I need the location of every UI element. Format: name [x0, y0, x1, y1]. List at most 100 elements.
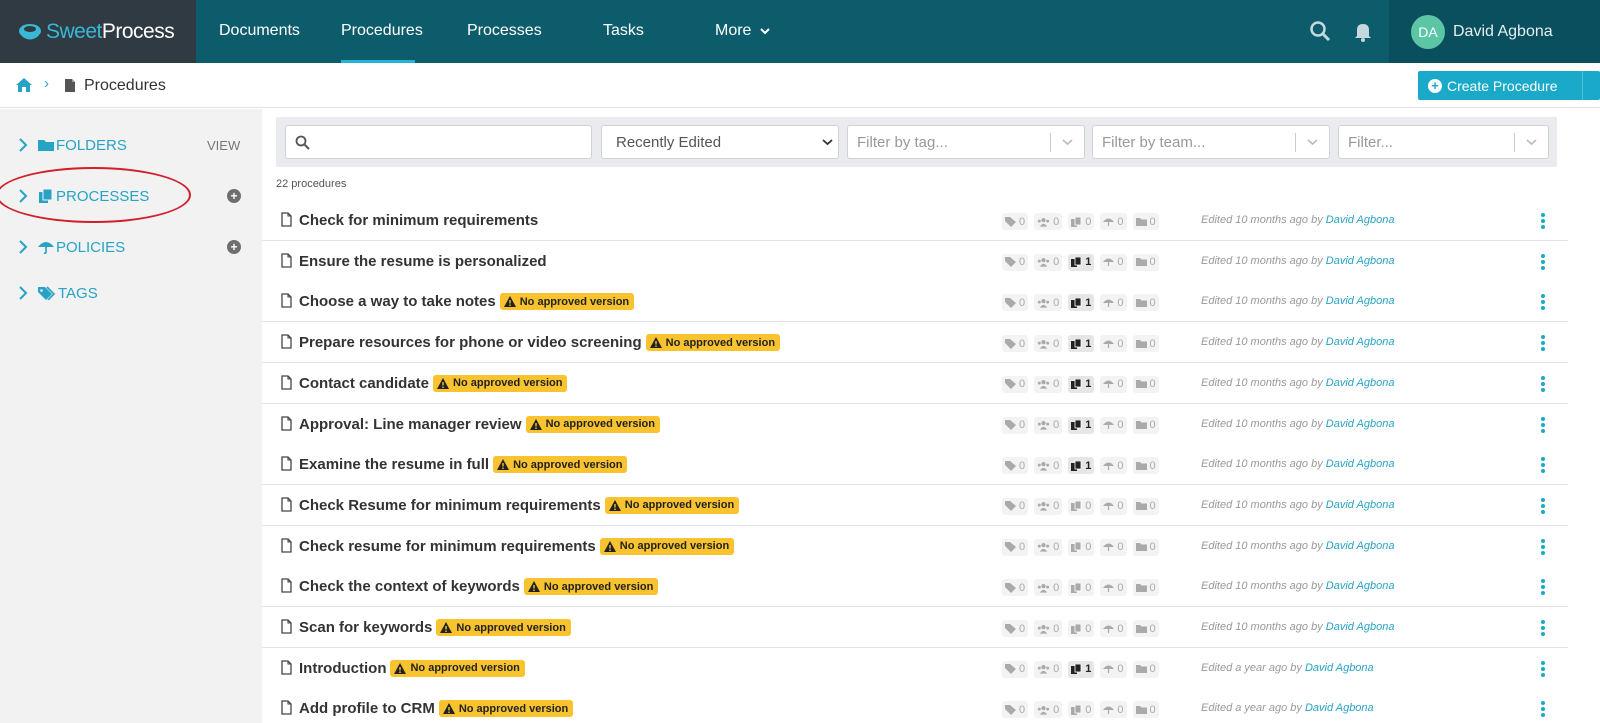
logo[interactable]: SweetProcess [0, 0, 196, 63]
table-row[interactable]: Add profile to CRM No approved version 0 0 0… [262, 688, 1568, 723]
policy-count[interactable]: 0 [1100, 579, 1127, 597]
more-options-icon[interactable] [1540, 334, 1546, 352]
policy-count[interactable]: 0 [1100, 701, 1127, 719]
nav-processes[interactable]: Processes [467, 0, 542, 63]
policy-count[interactable]: 0 [1100, 213, 1127, 230]
more-options-icon[interactable] [1540, 700, 1546, 718]
procedure-title[interactable]: Prepare resources for phone or video scr… [299, 334, 781, 352]
more-options-icon[interactable] [1540, 538, 1546, 556]
bell-icon[interactable] [1352, 20, 1374, 42]
author-link[interactable]: David Agbona [1326, 377, 1395, 389]
tag-count[interactable]: 0 [1002, 457, 1029, 475]
policy-count[interactable]: 0 [1100, 253, 1127, 271]
procedure-title[interactable]: Scan for keywords No approved version [299, 619, 571, 636]
folder-count[interactable]: 0 [1132, 579, 1159, 597]
folder-count[interactable]: 0 [1132, 416, 1159, 434]
more-options-icon[interactable] [1540, 660, 1546, 678]
more-options-icon[interactable] [1540, 497, 1546, 515]
procedure-title[interactable]: Choose a way to take notes No approved ve… [299, 293, 635, 311]
author-link[interactable]: David Agbona [1326, 499, 1395, 511]
tag-count[interactable]: 0 [1002, 375, 1029, 393]
tag-count[interactable]: 0 [1002, 294, 1029, 312]
author-link[interactable]: David Agbona [1326, 458, 1395, 470]
team-count[interactable]: 0 [1034, 335, 1063, 353]
create-procedure-button[interactable]: + Create Procedure [1418, 71, 1600, 100]
table-row[interactable]: Check Resume for minimum requirements No … [262, 484, 1568, 526]
process-count[interactable]: 1 [1068, 416, 1095, 434]
table-row[interactable]: Prepare resources for phone or video scr… [262, 322, 1568, 364]
policy-count[interactable]: 0 [1100, 538, 1127, 556]
folder-count[interactable]: 0 [1132, 620, 1159, 637]
author-link[interactable]: David Agbona [1305, 702, 1374, 714]
tag-count[interactable]: 0 [1002, 701, 1029, 719]
team-count[interactable]: 0 [1034, 457, 1063, 475]
other-filter[interactable]: Filter... [1338, 125, 1549, 159]
folder-count[interactable]: 0 [1132, 701, 1159, 719]
table-row[interactable]: Introduction No approved version 0 0 1 0 0 Edit… [262, 647, 1568, 689]
team-count[interactable]: 0 [1034, 620, 1063, 637]
process-count[interactable]: 0 [1068, 620, 1095, 637]
tag-count[interactable]: 0 [1002, 497, 1029, 515]
author-link[interactable]: David Agbona [1326, 214, 1395, 226]
more-options-icon[interactable] [1540, 416, 1546, 434]
procedure-title[interactable]: Ensure the resume is personalized [299, 253, 547, 270]
procedure-title[interactable]: Check the context of keywords No approved… [299, 578, 659, 596]
author-link[interactable]: David Agbona [1305, 662, 1374, 674]
add-process-button[interactable]: + [227, 189, 241, 203]
tag-count[interactable]: 0 [1002, 213, 1029, 230]
team-count[interactable]: 0 [1034, 375, 1063, 393]
procedure-title[interactable]: Contact candidate No approved version [299, 374, 568, 392]
table-row[interactable]: Contact candidate No approved version 0 0 1 0… [262, 362, 1568, 404]
more-options-icon[interactable] [1540, 212, 1546, 230]
table-row[interactable]: Ensure the resume is personalized 0 0 1 0 0 Ed… [262, 240, 1568, 282]
policy-count[interactable]: 0 [1100, 416, 1127, 434]
team-count[interactable]: 0 [1034, 579, 1063, 597]
add-policy-button[interactable]: + [227, 240, 241, 254]
create-dropdown-toggle[interactable] [1582, 71, 1600, 100]
procedure-title[interactable]: Add profile to CRM No approved version [299, 700, 574, 718]
tag-count[interactable]: 0 [1002, 538, 1029, 556]
procedure-title[interactable]: Introduction No approved version [299, 659, 525, 677]
folder-count[interactable]: 0 [1132, 457, 1159, 475]
folders-view-link[interactable]: VIEW [207, 138, 240, 153]
team-count[interactable]: 0 [1034, 660, 1063, 678]
policy-count[interactable]: 0 [1100, 375, 1127, 393]
table-row[interactable]: Check resume for minimum requirements No … [262, 525, 1568, 567]
tag-count[interactable]: 0 [1002, 620, 1029, 637]
folder-count[interactable]: 0 [1132, 335, 1159, 353]
more-options-icon[interactable] [1540, 456, 1546, 474]
sidebar-item-processes[interactable]: PROCESSES [18, 184, 149, 208]
folder-count[interactable]: 0 [1132, 375, 1159, 393]
nav-procedures[interactable]: Procedures [341, 0, 423, 63]
sidebar-item-policies[interactable]: POLICIES [18, 235, 125, 259]
user-menu[interactable]: DA David Agbona [1389, 0, 1600, 63]
search-input[interactable] [285, 125, 592, 159]
author-link[interactable]: David Agbona [1326, 580, 1395, 592]
process-count[interactable]: 0 [1068, 213, 1095, 230]
author-link[interactable]: David Agbona [1326, 295, 1395, 307]
more-options-icon[interactable] [1540, 578, 1546, 596]
table-row[interactable]: Check for minimum requirements 0 0 0 0 0 Edite… [262, 200, 1568, 241]
process-count[interactable]: 1 [1068, 253, 1095, 271]
team-count[interactable]: 0 [1034, 416, 1063, 434]
procedure-title[interactable]: Check resume for minimum requirements No … [299, 537, 735, 555]
procedure-title[interactable]: Approval: Line manager review No approved… [299, 415, 660, 433]
folder-count[interactable]: 0 [1132, 660, 1159, 678]
process-count[interactable]: 1 [1068, 457, 1095, 475]
author-link[interactable]: David Agbona [1326, 621, 1395, 633]
author-link[interactable]: David Agbona [1326, 540, 1395, 552]
more-options-icon[interactable] [1540, 293, 1546, 311]
more-options-icon[interactable] [1540, 253, 1546, 271]
team-count[interactable]: 0 [1034, 538, 1063, 556]
procedure-title[interactable]: Examine the resume in full No approved ve… [299, 456, 628, 474]
more-options-icon[interactable] [1540, 619, 1546, 637]
policy-count[interactable]: 0 [1100, 457, 1127, 475]
author-link[interactable]: David Agbona [1326, 255, 1395, 267]
team-count[interactable]: 0 [1034, 701, 1063, 719]
table-row[interactable]: Choose a way to take notes No approved ve… [262, 281, 1568, 323]
team-count[interactable]: 0 [1034, 497, 1063, 515]
sidebar-item-tags[interactable]: TAGS [18, 281, 98, 305]
process-count[interactable]: 1 [1068, 375, 1095, 393]
process-count[interactable]: 0 [1068, 538, 1095, 556]
process-count[interactable]: 1 [1068, 660, 1095, 678]
